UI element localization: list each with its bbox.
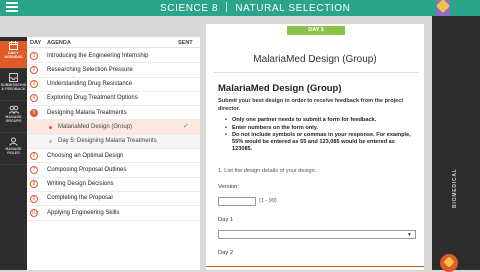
day-number: 8	[30, 180, 38, 189]
column-agenda: AGENDA	[47, 40, 71, 46]
sidebar-label: MANAGE ROLES	[5, 147, 22, 155]
divider	[214, 72, 419, 73]
sidebar-item-submissions[interactable]: SUBMISSIONS & FEEDBACK	[0, 73, 27, 101]
day-number: 4	[30, 94, 38, 103]
roles-icon	[9, 137, 18, 146]
sidebar-label: MANAGE GROUPS	[5, 115, 22, 123]
hamburger-menu-icon[interactable]	[6, 2, 18, 13]
course-name: SCIENCE 8	[160, 3, 219, 14]
agenda-label: Understanding Drug Resistance	[47, 81, 133, 88]
instruction-item: Do not include symbols or commas in your…	[225, 132, 416, 153]
agenda-day-row[interactable]: 4 Exploring Drug Treatment Options	[27, 92, 200, 107]
instruction-item: Enter numbers on the form only.	[225, 125, 416, 132]
unit-name: NATURAL SELECTION	[235, 3, 351, 14]
day-number: 2	[30, 65, 38, 74]
agenda-label: Designing Malaria Treatments	[47, 109, 127, 116]
day-tag: DAY 5	[287, 26, 345, 35]
biomedical-badge-icon[interactable]	[440, 254, 458, 272]
agenda-day-row[interactable]: 9 Completing the Proposal	[27, 192, 200, 207]
inbox-icon	[9, 73, 18, 82]
agenda-list: 1 Introducing the Engineering Internship 2…	[27, 49, 200, 221]
sidebar-label: DAILY AGENDAS	[4, 51, 23, 59]
agenda-label: Exploring Drug Treatment Options	[47, 95, 138, 102]
bullet-dot-icon	[49, 140, 52, 144]
day-number: 1	[30, 51, 38, 60]
day2-label: Day 2	[218, 250, 234, 256]
day-number: 10	[30, 208, 38, 217]
agenda-label: MalariaMed Design (Group)	[58, 123, 133, 130]
assignment-content: DAY 5 MalariaMed Design (Group) MalariaM…	[206, 24, 424, 270]
day-number: 5	[30, 108, 38, 117]
agenda-label: Composing Proposal Outlines	[47, 166, 127, 173]
agenda-panel: DAY AGENDA SENT 1 Introducing the Enginee…	[27, 37, 200, 270]
sidebar: DAILY AGENDAS SUBMISSIONS & FEEDBACK MANAG…	[0, 37, 27, 270]
agenda-day-row[interactable]: 2 Researching Selection Pressure	[27, 63, 200, 78]
agenda-label: Choosing an Optimal Design	[47, 152, 124, 159]
instruction-item: Only one partner needs to submit a form …	[225, 117, 416, 124]
calendar-icon	[9, 41, 18, 50]
sidebar-item-manage-groups[interactable]: MANAGE GROUPS	[0, 105, 27, 133]
agenda-label: Completing the Proposal	[47, 195, 113, 202]
agenda-label: Writing Design Decisions	[47, 181, 114, 188]
agenda-subitem[interactable]: Day 5: Designing Malaria Treatments	[27, 134, 200, 150]
column-day: DAY	[30, 40, 42, 46]
course-title: SCIENCE 8 NATURAL SELECTION	[160, 2, 350, 14]
instructions-list: Only one partner needs to submit a form …	[225, 117, 416, 154]
agenda-day-row[interactable]: 6 Choosing an Optimal Design	[27, 149, 200, 164]
agenda-header: DAY AGENDA SENT	[27, 37, 200, 48]
agenda-day-row[interactable]: 10 Applying Engineering Skills	[27, 206, 200, 221]
unit-badge-icon[interactable]	[435, 0, 451, 16]
group-icon	[8, 105, 19, 114]
bottom-nav-bar	[206, 266, 424, 270]
column-sent: SENT	[178, 40, 193, 46]
agenda-day-row[interactable]: 1 Introducing the Engineering Internship	[27, 49, 200, 64]
agenda-day-row[interactable]: 3 Understanding Drug Resistance	[27, 78, 200, 92]
agenda-label: Researching Selection Pressure	[47, 66, 133, 73]
sidebar-item-manage-roles[interactable]: MANAGE ROLES	[0, 137, 27, 165]
check-icon: ✓	[183, 123, 189, 131]
day1-select[interactable]: ▼	[218, 230, 416, 239]
day1-label: Day 1	[218, 217, 234, 223]
sidebar-label: SUBMISSIONS & FEEDBACK	[0, 83, 27, 91]
agenda-day-row[interactable]: 7 Composing Proposal Outlines	[27, 163, 200, 178]
day-number: 7	[30, 165, 38, 174]
chevron-down-icon: ▼	[407, 232, 412, 238]
form-intro: Submit your best design in order to rece…	[218, 98, 404, 112]
bullet-dot-icon	[49, 125, 52, 129]
version-range-hint: (1 - 99)	[259, 198, 277, 204]
day-number: 9	[30, 194, 38, 203]
biomedical-label: BIOMEDICAL	[452, 168, 458, 208]
page-title: MalariaMed Design (Group)	[253, 54, 377, 65]
day-number: 3	[30, 80, 38, 89]
question-label: 1. List the design details of your desig…	[218, 168, 317, 174]
sidebar-item-daily-agendas[interactable]: DAILY AGENDAS	[0, 41, 27, 69]
agenda-label: Day 5: Designing Malaria Treatments	[58, 138, 157, 145]
form-heading: MalariaMed Design (Group)	[218, 83, 342, 94]
agenda-day-row[interactable]: 5 Designing Malaria Treatments	[27, 106, 200, 121]
agenda-day-row[interactable]: 8 Writing Design Decisions	[27, 178, 200, 192]
day-number: 6	[30, 151, 38, 160]
agenda-label: Introducing the Engineering Internship	[47, 52, 149, 59]
agenda-label: Applying Engineering Skills	[47, 209, 120, 216]
agenda-subitem[interactable]: MalariaMed Design (Group) ✓	[27, 120, 200, 135]
version-input[interactable]	[218, 197, 256, 206]
version-label: Version:	[218, 184, 239, 190]
top-bar: SCIENCE 8 NATURAL SELECTION	[0, 0, 480, 16]
right-panel	[432, 16, 480, 270]
